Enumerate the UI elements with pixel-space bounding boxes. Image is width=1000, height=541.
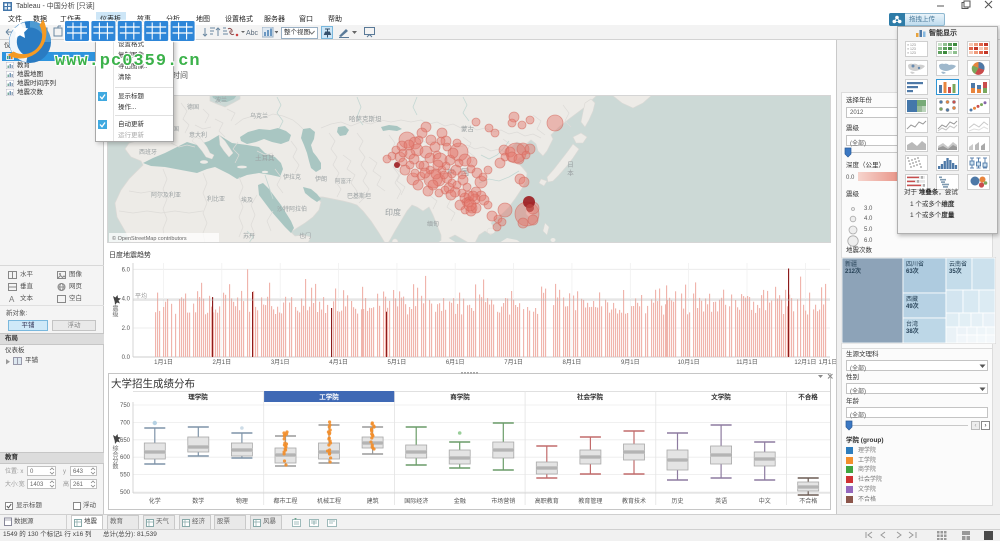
svg-text:德国: 德国 xyxy=(187,103,199,111)
svg-text:3月1日: 3月1日 xyxy=(271,359,290,366)
svg-text:www.pc0359.cn: www.pc0359.cn xyxy=(55,52,201,71)
svg-text:苏丹: 苏丹 xyxy=(243,232,255,240)
svg-text:哈萨克斯坦: 哈萨克斯坦 xyxy=(349,114,382,123)
svg-text:物理: 物理 xyxy=(236,497,248,505)
svg-text:0.0: 0.0 xyxy=(122,355,131,361)
svg-text:理学院: 理学院 xyxy=(188,392,208,401)
svg-text:500: 500 xyxy=(120,490,131,496)
svg-text:震级: 震级 xyxy=(111,305,118,318)
svg-text:550: 550 xyxy=(120,473,131,479)
svg-text:伊朗: 伊朗 xyxy=(315,175,327,183)
svg-text:7月1日: 7月1日 xyxy=(504,359,523,366)
svg-text:650: 650 xyxy=(120,438,131,444)
svg-text:12月1日: 12月1日 xyxy=(794,359,816,366)
svg-text:5月1日: 5月1日 xyxy=(388,359,407,366)
svg-text:印度: 印度 xyxy=(385,207,401,217)
svg-text:工学院: 工学院 xyxy=(319,392,339,401)
svg-text:A: A xyxy=(9,295,15,303)
svg-text:英语: 英语 xyxy=(715,497,727,505)
svg-text:750: 750 xyxy=(120,403,131,409)
svg-text:伊拉克: 伊拉克 xyxy=(283,173,301,181)
svg-text:10月1日: 10月1日 xyxy=(678,359,700,366)
svg-text:西藏: 西藏 xyxy=(906,295,918,303)
svg-text:≡ 123: ≡ 123 xyxy=(907,51,916,55)
svg-text:机械工程: 机械工程 xyxy=(317,497,341,505)
svg-text:2.0: 2.0 xyxy=(122,326,131,332)
svg-text:文学院: 文学院 xyxy=(710,392,731,401)
svg-text:不合格: 不合格 xyxy=(799,497,817,505)
svg-text:阿尔及利亚: 阿尔及利亚 xyxy=(151,191,181,199)
svg-text:蒙古: 蒙古 xyxy=(461,124,475,133)
svg-text:新疆: 新疆 xyxy=(845,260,857,268)
svg-text:700: 700 xyxy=(120,420,131,426)
svg-text:6月1日: 6月1日 xyxy=(446,359,465,366)
svg-text:49次: 49次 xyxy=(906,302,919,310)
svg-text:西班牙: 西班牙 xyxy=(139,148,157,156)
svg-text:600: 600 xyxy=(120,455,131,461)
svg-text:土耳其: 土耳其 xyxy=(255,153,275,162)
svg-text:9月1日: 9月1日 xyxy=(621,359,640,366)
svg-text:1月1日: 1月1日 xyxy=(819,359,836,366)
svg-text:38次: 38次 xyxy=(906,327,919,335)
svg-text:平均: 平均 xyxy=(135,292,147,300)
svg-text:利比亚: 利比亚 xyxy=(207,195,225,203)
svg-text:11月1日: 11月1日 xyxy=(736,359,758,366)
svg-text:波兰: 波兰 xyxy=(215,96,227,104)
svg-text:社会学院: 社会学院 xyxy=(577,392,604,401)
svg-text:4月1日: 4月1日 xyxy=(329,359,348,366)
svg-text:教育技术: 教育技术 xyxy=(622,497,646,505)
svg-text:市场营销: 市场营销 xyxy=(491,497,515,505)
svg-text:教育管理: 教育管理 xyxy=(578,497,602,505)
svg-text:商学院: 商学院 xyxy=(450,392,470,401)
svg-text:缅甸: 缅甸 xyxy=(427,220,439,228)
svg-text:中文: 中文 xyxy=(759,497,771,505)
svg-text:数学: 数学 xyxy=(192,497,204,505)
svg-text:212次: 212次 xyxy=(845,267,861,275)
svg-text:台湾: 台湾 xyxy=(906,320,918,328)
svg-text:© OpenStreetMap contributors: © OpenStreetMap contributors xyxy=(112,235,187,242)
svg-text:巴基斯坦: 巴基斯坦 xyxy=(347,192,371,200)
svg-text:4.0: 4.0 xyxy=(122,297,131,303)
svg-text:金融: 金融 xyxy=(454,497,466,505)
svg-text:乌克兰: 乌克兰 xyxy=(250,112,268,120)
svg-text:建筑: 建筑 xyxy=(367,497,379,505)
svg-text:高职教育: 高职教育 xyxy=(535,497,559,505)
svg-text:6.0: 6.0 xyxy=(122,267,131,273)
svg-text:意大利: 意大利 xyxy=(189,131,207,139)
svg-text:阿富汗: 阿富汗 xyxy=(335,177,352,185)
svg-text:历史: 历史 xyxy=(671,497,683,505)
svg-text:35次: 35次 xyxy=(949,267,962,275)
svg-text:8月1日: 8月1日 xyxy=(563,359,582,366)
svg-text:1月1日: 1月1日 xyxy=(154,359,173,366)
svg-text:云南省: 云南省 xyxy=(949,260,967,268)
svg-text:不合格: 不合格 xyxy=(798,392,818,401)
svg-text:沙特阿拉伯: 沙特阿拉伯 xyxy=(277,205,307,213)
svg-text:化学: 化学 xyxy=(149,497,161,505)
svg-text:国际经济: 国际经济 xyxy=(404,497,428,505)
svg-text:都市工程: 都市工程 xyxy=(273,497,297,505)
svg-text:也门: 也门 xyxy=(299,232,311,240)
svg-text:2月1日: 2月1日 xyxy=(212,359,231,366)
svg-text:埃及: 埃及 xyxy=(241,196,253,204)
svg-text:综合分数: 综合分数 xyxy=(111,444,118,470)
svg-text:四川省: 四川省 xyxy=(906,260,924,268)
svg-text:63次: 63次 xyxy=(906,267,919,275)
